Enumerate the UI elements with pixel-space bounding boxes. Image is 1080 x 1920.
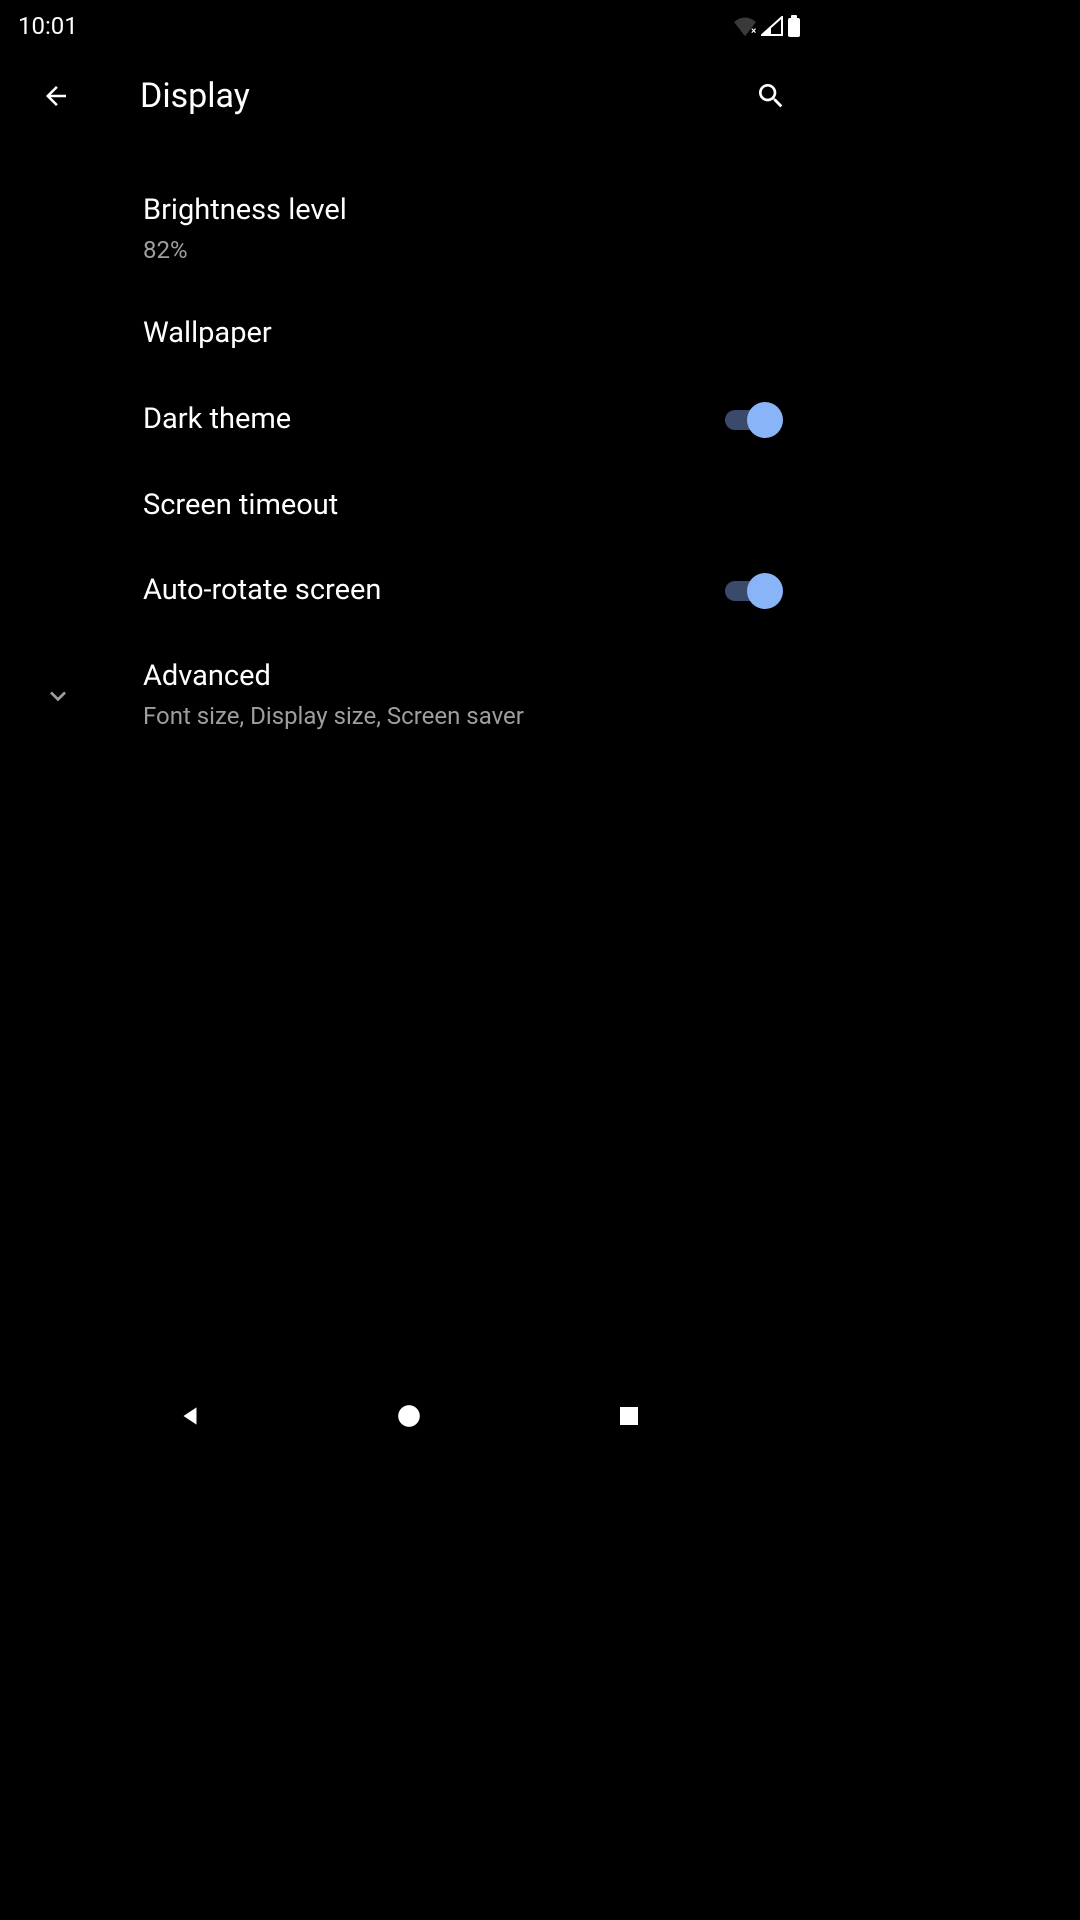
chevron-down-icon [42, 680, 74, 712]
nav-back-button[interactable] [160, 1386, 220, 1446]
advanced-item[interactable]: Advanced Font size, Display size, Screen… [0, 634, 819, 757]
setting-title: Advanced [143, 658, 791, 696]
setting-text: Wallpaper [143, 315, 791, 353]
expand-icon-wrap [28, 680, 143, 712]
setting-subtitle: 82% [143, 234, 791, 268]
dark-theme-item[interactable]: Dark theme [0, 377, 819, 463]
back-button[interactable] [40, 80, 72, 112]
app-bar: Display [0, 44, 819, 148]
switch-thumb [747, 402, 783, 438]
auto-rotate-item[interactable]: Auto-rotate screen [0, 548, 819, 634]
auto-rotate-switch[interactable] [725, 573, 783, 609]
wifi-icon: × [733, 16, 757, 36]
switch-thumb [747, 573, 783, 609]
setting-text: Dark theme [143, 401, 725, 439]
status-bar: 10:01 × [0, 0, 819, 44]
setting-text: Screen timeout [143, 487, 791, 525]
nav-recent-button[interactable] [599, 1386, 659, 1446]
screen-timeout-item[interactable]: Screen timeout [0, 463, 819, 549]
nav-recent-icon [617, 1404, 641, 1428]
setting-subtitle: Font size, Display size, Screen saver [143, 700, 791, 734]
page-title: Display [140, 76, 683, 116]
setting-title: Dark theme [143, 401, 725, 439]
setting-text: Advanced Font size, Display size, Screen… [143, 658, 791, 733]
nav-home-icon [396, 1403, 422, 1429]
arrow-back-icon [41, 81, 71, 111]
search-icon [755, 80, 787, 112]
search-button[interactable] [751, 76, 791, 116]
status-time: 10:01 [18, 12, 78, 40]
setting-text: Auto-rotate screen [143, 572, 725, 610]
setting-title: Screen timeout [143, 487, 791, 525]
status-icons: × [733, 15, 801, 37]
brightness-level-item[interactable]: Brightness level 82% [0, 168, 819, 291]
cell-signal-icon [761, 16, 783, 36]
navigation-bar [0, 1376, 819, 1456]
nav-home-button[interactable] [379, 1386, 439, 1446]
battery-icon [787, 15, 801, 37]
setting-title: Wallpaper [143, 315, 791, 353]
wallpaper-item[interactable]: Wallpaper [0, 291, 819, 377]
setting-text: Brightness level 82% [143, 192, 791, 267]
settings-list: Brightness level 82% Wallpaper Dark them… [0, 148, 819, 777]
svg-text:×: × [751, 26, 756, 36]
setting-title: Brightness level [143, 192, 791, 230]
setting-title: Auto-rotate screen [143, 572, 725, 610]
dark-theme-switch[interactable] [725, 402, 783, 438]
nav-back-icon [177, 1403, 203, 1429]
